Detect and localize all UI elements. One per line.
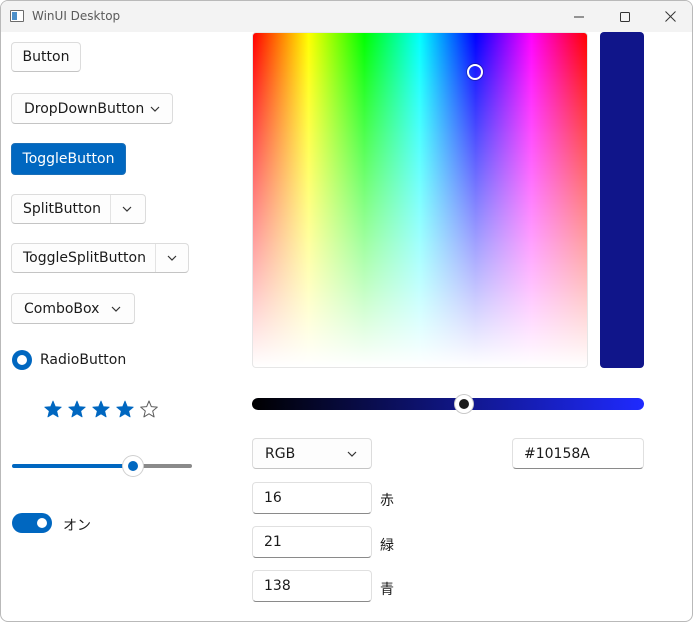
radio-button-dot	[17, 355, 27, 365]
toggle-split-button-divider	[155, 244, 156, 272]
close-button[interactable]	[647, 1, 692, 32]
color-value-slider[interactable]	[252, 398, 644, 410]
red-channel-label: 赤	[380, 493, 394, 509]
split-button[interactable]: SplitButton	[11, 194, 146, 224]
split-button-divider	[110, 195, 111, 223]
radio-button[interactable]	[12, 350, 32, 370]
star-icon[interactable]	[44, 400, 62, 418]
app-window: WinUI Desktop Button DropDownButton Togg…	[0, 0, 693, 622]
slider-track-filled	[12, 464, 129, 468]
toggle-button-label: ToggleButton	[22, 151, 115, 167]
chevron-down-icon	[150, 104, 160, 114]
button[interactable]: Button	[11, 42, 81, 72]
toggle-switch-knob	[37, 518, 47, 528]
blue-channel-label: 青	[380, 582, 394, 598]
star-icon[interactable]	[116, 400, 134, 418]
minimize-button[interactable]	[556, 1, 602, 32]
chevron-down-icon[interactable]	[167, 253, 177, 263]
color-value-slider-thumb[interactable]	[455, 395, 473, 413]
green-channel-input[interactable]: 21	[252, 526, 372, 558]
chevron-down-icon[interactable]	[122, 204, 132, 214]
dropdown-button-label: DropDownButton	[24, 100, 145, 117]
star-icon[interactable]	[140, 400, 158, 418]
color-preview	[600, 32, 644, 368]
radio-button-label[interactable]: RadioButton	[40, 352, 126, 368]
green-channel-label: 緑	[380, 538, 394, 554]
toggle-split-button-label: ToggleSplitButton	[23, 250, 146, 266]
hex-input[interactable]: #10158A	[512, 438, 644, 469]
chevron-down-icon	[111, 304, 121, 314]
title-bar[interactable]: WinUI Desktop	[1, 1, 692, 32]
blue-channel-input[interactable]: 138	[252, 570, 372, 602]
color-mode-combobox[interactable]: RGB	[252, 438, 372, 469]
star-icon[interactable]	[68, 400, 86, 418]
minimize-icon	[574, 16, 584, 17]
maximize-icon	[620, 11, 630, 22]
combobox[interactable]: ComboBox	[11, 293, 135, 324]
star-icon[interactable]	[92, 400, 110, 418]
color-mode-label: RGB	[265, 445, 296, 462]
slider-track-empty	[137, 464, 192, 468]
close-icon	[664, 11, 676, 22]
maximize-button[interactable]	[602, 1, 648, 32]
split-button-label: SplitButton	[23, 201, 101, 217]
color-spectrum[interactable]	[252, 32, 588, 368]
color-spectrum-selector[interactable]	[467, 64, 483, 80]
toggle-split-button[interactable]: ToggleSplitButton	[11, 243, 189, 273]
slider[interactable]	[12, 455, 192, 477]
chevron-down-icon	[347, 449, 357, 459]
toggle-button[interactable]: ToggleButton	[11, 143, 126, 175]
app-icon	[10, 10, 24, 22]
red-channel-input[interactable]: 16	[252, 482, 372, 514]
button-label: Button	[22, 49, 70, 65]
dropdown-button[interactable]: DropDownButton	[11, 93, 173, 124]
toggle-switch[interactable]	[12, 513, 52, 533]
toggle-switch-label: オン	[63, 518, 91, 534]
slider-thumb[interactable]	[123, 456, 143, 476]
window-title: WinUI Desktop	[32, 9, 121, 23]
combobox-label: ComboBox	[24, 300, 100, 317]
